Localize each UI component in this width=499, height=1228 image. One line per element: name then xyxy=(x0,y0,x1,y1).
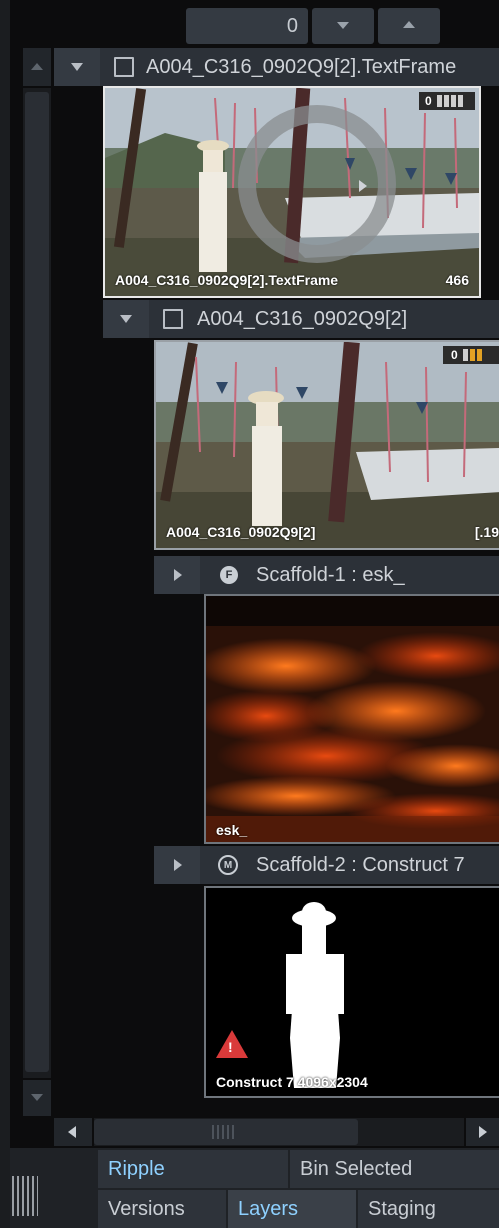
counter-down-button[interactable] xyxy=(312,8,374,44)
arrow-down-icon xyxy=(337,22,349,29)
tab-layers[interactable]: Layers xyxy=(228,1190,356,1228)
layer-row-3[interactable]: F Scaffold-1 : esk_ xyxy=(154,556,499,594)
panel-grip-icon[interactable] xyxy=(12,1176,38,1216)
layer-checkbox-1[interactable] xyxy=(114,57,134,77)
vertical-scroll-down-button[interactable] xyxy=(23,1080,51,1116)
thumb-badge-1: 0 xyxy=(419,92,475,110)
matte-badge-icon: M xyxy=(218,855,238,875)
vertical-scroll-up-button[interactable] xyxy=(23,48,51,86)
tab-staging[interactable]: Staging xyxy=(358,1190,499,1228)
badge-value-1: 0 xyxy=(425,94,432,108)
function-badge-icon: F xyxy=(220,566,238,584)
layer-name-1: A004_C316_0902Q9[2].TextFrame xyxy=(146,55,457,78)
scroll-down-icon xyxy=(31,1094,43,1101)
arrow-up-icon xyxy=(403,21,415,28)
expand-toggle-1[interactable] xyxy=(54,48,100,86)
layer-name-3: Scaffold-1 : esk_ xyxy=(256,563,405,586)
layer-thumbnail-2[interactable]: 0 A004_C316_0902Q9[2] [.19 xyxy=(154,340,499,550)
thumb-label-2: A004_C316_0902Q9[2] xyxy=(166,524,316,540)
layer-thumbnail-1[interactable]: 0 A004_C316_0902Q9[2].TextFrame 466 xyxy=(103,86,481,298)
layer-row-2[interactable]: A004_C316_0902Q9[2] xyxy=(103,300,499,338)
horizontal-scroll-right-button[interactable] xyxy=(466,1118,499,1146)
left-border xyxy=(0,0,10,1228)
chevron-right-icon xyxy=(174,569,182,581)
warning-icon: ! xyxy=(216,1030,248,1058)
layer-thumbnail-4[interactable]: ! Construct 7 4096x2304 xyxy=(204,886,499,1098)
top-counter-field[interactable]: 0 xyxy=(186,8,308,44)
layer-thumbnail-3[interactable]: esk_ xyxy=(204,594,499,844)
expand-toggle-2[interactable] xyxy=(103,300,149,338)
chevron-down-icon xyxy=(120,315,132,323)
matte-silhouette-image xyxy=(286,902,344,1088)
layer-row-1[interactable]: A004_C316_0902Q9[2].TextFrame xyxy=(54,48,499,86)
beach-scene-image xyxy=(105,88,479,296)
tab-versions[interactable]: Versions xyxy=(98,1190,226,1228)
top-counter-value: 0 xyxy=(286,15,298,37)
layer-row-4[interactable]: M Scaffold-2 : Construct 7 xyxy=(154,846,499,884)
thumb-label-3: esk_ xyxy=(216,822,248,838)
layer-name-2: A004_C316_0902Q9[2] xyxy=(197,307,408,330)
beach-scene-image xyxy=(156,342,499,548)
thumb-label-4: Construct 7 4096x2304 xyxy=(216,1074,368,1090)
thumb-badge-2: 0 xyxy=(443,346,499,364)
scroll-up-icon xyxy=(31,63,43,70)
thumb-label-1: A004_C316_0902Q9[2].TextFrame xyxy=(115,272,339,288)
chevron-down-icon xyxy=(71,63,83,71)
tab-ripple[interactable]: Ripple xyxy=(98,1150,288,1188)
layer-checkbox-2[interactable] xyxy=(163,309,183,329)
chevron-right-icon xyxy=(174,859,182,871)
flame-texture-image xyxy=(206,596,499,842)
horizontal-scroll-thumb[interactable] xyxy=(94,1119,358,1145)
thumb-count-1: 466 xyxy=(445,272,469,288)
counter-up-button[interactable] xyxy=(378,8,440,44)
scroll-right-icon xyxy=(479,1126,487,1138)
tab-bin-selected[interactable]: Bin Selected xyxy=(290,1150,499,1188)
scroll-left-icon xyxy=(68,1126,76,1138)
horizontal-scroll-left-button[interactable] xyxy=(54,1118,92,1146)
expand-toggle-3[interactable] xyxy=(154,556,200,594)
layer-name-4: Scaffold-2 : Construct 7 xyxy=(256,853,465,876)
expand-toggle-4[interactable] xyxy=(154,846,200,884)
vertical-scroll-thumb[interactable] xyxy=(25,92,49,1072)
thumb-count-2: [.19 xyxy=(474,524,499,540)
badge-value-2: 0 xyxy=(451,348,458,362)
